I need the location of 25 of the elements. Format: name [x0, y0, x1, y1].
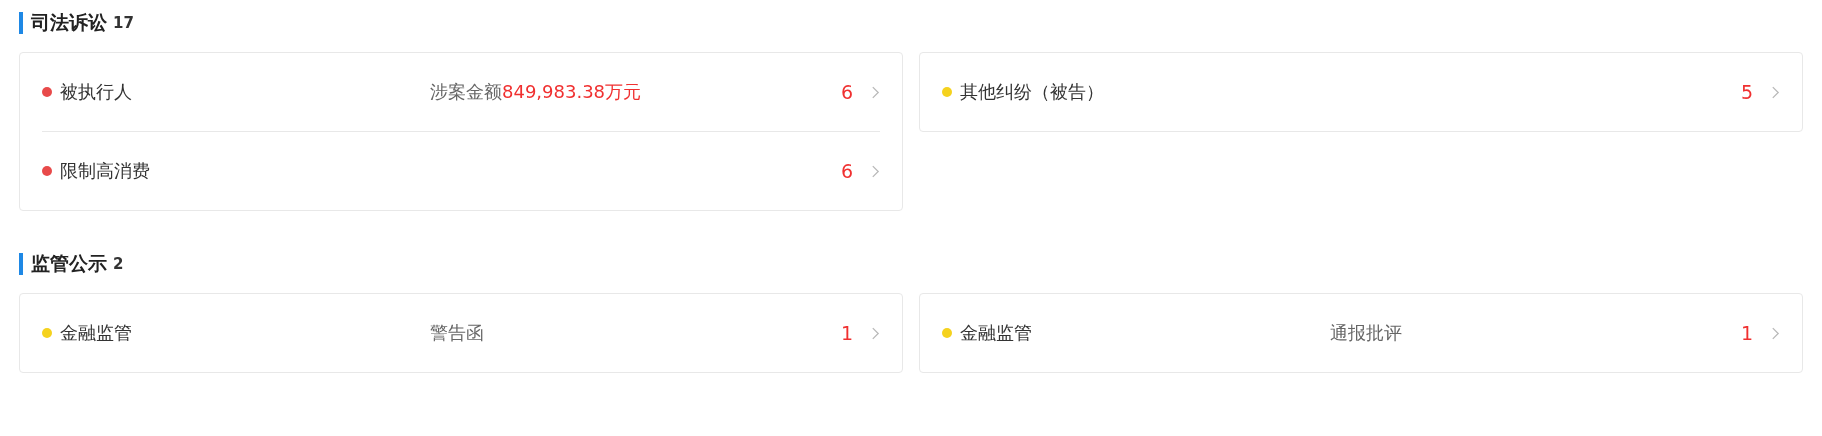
row-count: 6	[840, 81, 853, 103]
row-count: 6	[840, 160, 853, 182]
row-label[interactable]: 被执行人	[60, 80, 430, 104]
detail-label: 通报批评	[1330, 321, 1402, 345]
title-marker	[19, 253, 23, 275]
row-label[interactable]: 限制高消费	[60, 159, 430, 183]
row-count: 1	[1740, 322, 1753, 344]
section-title: 监管公示	[31, 251, 107, 276]
amount-value: 849,983.38万元	[502, 80, 642, 104]
title-marker	[19, 12, 23, 34]
chevron-right-icon[interactable]	[1771, 325, 1780, 341]
section-count: 17	[113, 14, 134, 32]
section-count: 2	[113, 255, 124, 273]
section-title: 司法诉讼	[31, 10, 107, 35]
row-count: 1	[840, 322, 853, 344]
row-label[interactable]: 金融监管	[960, 321, 1330, 345]
chevron-right-icon[interactable]	[1771, 84, 1780, 100]
chevron-right-icon[interactable]	[871, 325, 880, 341]
detail-label: 涉案金额	[430, 80, 502, 104]
row-label[interactable]: 金融监管	[60, 321, 430, 345]
detail-label: 警告函	[430, 321, 484, 345]
chevron-right-icon[interactable]	[871, 84, 880, 100]
row-label[interactable]: 其他纠纷（被告）	[960, 80, 1330, 104]
row-count: 5	[1740, 81, 1753, 103]
chevron-right-icon[interactable]	[871, 163, 880, 179]
